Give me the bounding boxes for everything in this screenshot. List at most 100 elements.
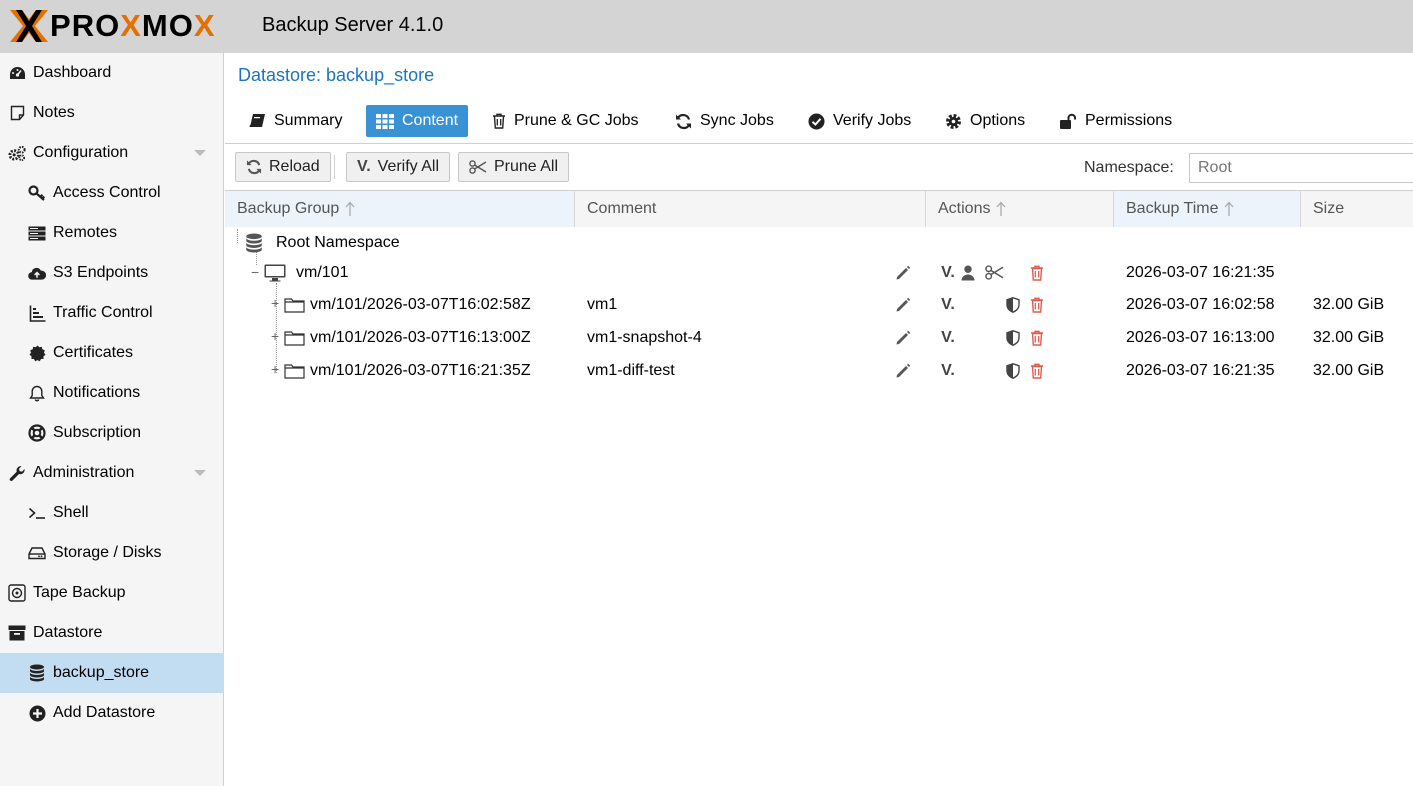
sidebar-item-certificates[interactable]: Certificates — [0, 333, 224, 373]
tab-prune-gc-jobs[interactable]: Prune & GC Jobs — [482, 105, 649, 137]
sidebar-item-backup-store[interactable]: backup_store — [0, 653, 224, 693]
tab-verify-jobs[interactable]: Verify Jobs — [798, 105, 921, 137]
tab-permissions[interactable]: Permissions — [1049, 105, 1182, 137]
sidebar-item-traffic-control[interactable]: Traffic Control — [0, 293, 224, 333]
sidebar-item-notes[interactable]: Notes — [0, 93, 224, 133]
tab-sync-jobs[interactable]: Sync Jobs — [665, 105, 784, 137]
edit-comment-icon[interactable] — [893, 321, 913, 354]
tab-options[interactable]: Options — [935, 105, 1035, 137]
chevron-down-icon[interactable] — [194, 470, 206, 476]
sidebar-item-remotes[interactable]: Remotes — [0, 213, 224, 253]
sidebar-item-shell[interactable]: Shell — [0, 493, 224, 533]
backup-group-name: vm/101/2026-03-07T16:21:35Z — [310, 361, 531, 379]
sidebar-item-dashboard[interactable]: Dashboard — [0, 53, 224, 93]
app-title: Backup Server 4.1.0 — [262, 14, 444, 36]
verify-icon[interactable]: V. — [938, 256, 958, 289]
collapse-toggle[interactable]: − — [251, 265, 259, 279]
notes-icon — [8, 104, 26, 122]
user-icon[interactable] — [960, 256, 976, 289]
sidebar-item-label: S3 Endpoints — [53, 264, 149, 281]
table-row-snapshot[interactable]: + vm/101/2026-03-07T16:13:00Z vm1-snapsh… — [225, 321, 1413, 354]
verify-all-button[interactable]: V. Verify All — [346, 152, 451, 182]
table-row-vm-101[interactable]: − vm/101 V. 2026-03-07 16:21:35 — [225, 256, 1413, 289]
toolbar: Reload V. Verify All Prune All Namespace… — [225, 145, 1413, 191]
trash-icon[interactable] — [1028, 288, 1046, 321]
sidebar-item-subscription[interactable]: Subscription — [0, 413, 224, 453]
folder-icon — [284, 288, 305, 321]
verify-icon[interactable]: V. — [938, 288, 958, 321]
edit-comment-icon[interactable] — [893, 288, 913, 321]
backup-size: 32.00 GiB — [1313, 295, 1385, 313]
trash-icon[interactable] — [1028, 256, 1046, 289]
sidebar-item-s3-endpoints[interactable]: S3 Endpoints — [0, 253, 224, 293]
backup-size: 32.00 GiB — [1313, 361, 1385, 379]
chevron-down-icon[interactable] — [194, 150, 206, 156]
expand-toggle[interactable]: + — [271, 296, 279, 310]
backup-group-name: vm/101 — [296, 263, 349, 281]
sidebar-item-label: Access Control — [53, 184, 161, 201]
server-icon — [28, 224, 46, 242]
scissors-icon[interactable] — [983, 256, 1005, 289]
verify-icon[interactable]: V. — [938, 321, 958, 354]
sidebar-item-access-control[interactable]: Access Control — [0, 173, 224, 213]
tab-content[interactable]: Content — [366, 105, 469, 137]
sidebar-item-label: Storage / Disks — [53, 544, 162, 561]
backup-comment: vm1-snapshot-4 — [587, 328, 702, 346]
prune-all-button[interactable]: Prune All — [458, 152, 570, 182]
database-icon — [245, 226, 263, 259]
archive-icon — [8, 624, 26, 642]
sidebar-item-tape-backup[interactable]: Tape Backup — [0, 573, 224, 613]
table-row-snapshot[interactable]: + vm/101/2026-03-07T16:02:58Z vm1 V. 202… — [225, 288, 1413, 321]
proxmox-x-icon — [10, 10, 48, 42]
column-header-actions[interactable]: Actions — [926, 191, 1114, 227]
page-title: Datastore: backup_store — [238, 65, 435, 85]
sidebar-item-label: Shell — [53, 504, 89, 521]
sidebar-item-notifications[interactable]: Notifications — [0, 373, 224, 413]
book-icon — [249, 113, 266, 129]
edit-comment-icon[interactable] — [893, 256, 913, 289]
expand-toggle[interactable]: + — [271, 362, 279, 376]
verify-icon: V. — [357, 158, 371, 175]
sidebar-item-label: Add Datastore — [53, 704, 156, 721]
top-bar: PROXMOX Backup Server 4.1.0 — [0, 0, 1413, 53]
sidebar-item-add-datastore[interactable]: Add Datastore — [0, 693, 224, 733]
expand-toggle[interactable]: + — [271, 329, 279, 343]
trash-icon[interactable] — [1028, 321, 1046, 354]
sidebar-item-datastore[interactable]: Datastore — [0, 613, 224, 653]
shield-icon[interactable] — [1005, 288, 1021, 321]
column-header-comment[interactable]: Comment — [575, 191, 926, 227]
sidebar-item-configuration[interactable]: Configuration — [0, 133, 224, 173]
proxmox-logo[interactable]: PROXMOX — [8, 8, 216, 44]
backup-group-name: Root Namespace — [276, 233, 400, 251]
sidebar-item-label: Administration — [33, 464, 135, 481]
plus-circle-icon — [28, 704, 46, 722]
tab-summary[interactable]: Summary — [239, 105, 352, 137]
sidebar-item-label: Notifications — [53, 384, 141, 401]
sidebar-item-storage-disks[interactable]: Storage / Disks — [0, 533, 224, 573]
table-row-snapshot[interactable]: + vm/101/2026-03-07T16:21:35Z vm1-diff-t… — [225, 354, 1413, 387]
edit-comment-icon[interactable] — [893, 354, 913, 387]
table-row-root-namespace[interactable]: Root Namespace — [225, 226, 1413, 259]
trash-icon[interactable] — [1028, 354, 1046, 387]
reload-button[interactable]: Reload — [235, 152, 331, 182]
column-header-size[interactable]: Size — [1301, 191, 1413, 227]
grid-icon — [376, 113, 394, 129]
scissors-icon — [469, 160, 487, 174]
sidebar-item-label: Configuration — [33, 144, 129, 161]
backup-group-name: vm/101/2026-03-07T16:13:00Z — [310, 328, 531, 346]
column-header-backup-group[interactable]: Backup Group — [225, 191, 575, 227]
refresh-icon — [246, 159, 262, 175]
sidebar-item-label: Remotes — [53, 224, 118, 241]
backup-time: 2026-03-07 16:21:35 — [1126, 361, 1275, 379]
namespace-input[interactable] — [1189, 153, 1413, 183]
gear-icon — [945, 113, 962, 130]
verify-icon[interactable]: V. — [938, 354, 958, 387]
dashboard-icon — [8, 64, 26, 82]
sidebar-item-administration[interactable]: Administration — [0, 453, 224, 493]
shield-icon[interactable] — [1005, 321, 1021, 354]
column-header-backup-time[interactable]: Backup Time — [1114, 191, 1301, 227]
shield-icon[interactable] — [1005, 354, 1021, 387]
certificate-icon — [28, 344, 46, 362]
folder-icon — [284, 321, 305, 354]
tab-bar: Summary Content Prune & GC Jobs Sync Job… — [225, 98, 1413, 144]
